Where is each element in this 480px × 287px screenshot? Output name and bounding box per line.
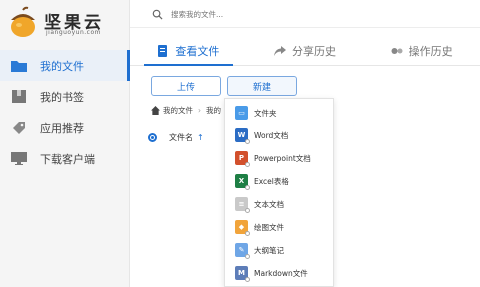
folder-icon: ▭ [235, 106, 248, 120]
sidebar: 坚果云 jianguoyun.com 我的文件 我的书签 应用推荐 下载客户端 [0, 0, 130, 287]
tab-label: 查看文件 [175, 44, 220, 58]
history-icon [391, 45, 403, 57]
tab-label: 分享历史 [292, 44, 336, 58]
home-icon [151, 106, 160, 115]
search-input[interactable] [171, 9, 341, 19]
share-icon [274, 45, 286, 57]
menu-item-label: 大纲笔记 [254, 245, 284, 255]
logo[interactable]: 坚果云 jianguoyun.com [6, 6, 126, 40]
tab-label: 操作历史 [408, 44, 453, 58]
breadcrumb-current[interactable]: 我的 [206, 105, 221, 116]
nut-logo-icon [11, 6, 35, 37]
select-all-radio[interactable] [148, 132, 157, 142]
menu-item-word[interactable]: W Word文档 [225, 124, 335, 146]
sort-arrow-icon[interactable]: ↑ [197, 133, 204, 142]
menu-item-folder[interactable]: ▭ 文件夹 [225, 102, 335, 124]
word-icon: W [235, 128, 250, 144]
menu-item-label: 绘图文件 [254, 222, 284, 232]
search-box[interactable] [152, 7, 352, 21]
menu-item-label: 文本文档 [254, 199, 284, 209]
sidebar-item-my-files[interactable]: 我的文件 [0, 50, 130, 81]
table-header: 文件名 ↑ [148, 130, 204, 144]
menu-item-powerpoint[interactable]: P Powerpoint文档 [225, 147, 335, 169]
bookmark-icon [10, 90, 28, 104]
file-icon [157, 44, 169, 57]
logo-subtitle: jianguoyun.com [46, 29, 101, 36]
outline-note-icon: ✎ [235, 243, 250, 259]
breadcrumb: 我的文件 › 我的 [151, 105, 221, 116]
menu-item-text[interactable]: ≡ 文本文档 [225, 193, 335, 215]
menu-item-markdown[interactable]: M Markdown文件 [225, 262, 335, 284]
sidebar-item-app-recommend[interactable]: 应用推荐 [0, 112, 130, 143]
breadcrumb-home[interactable]: 我的文件 [163, 105, 193, 116]
menu-item-label: Markdown文件 [254, 268, 308, 278]
breadcrumb-separator-icon: › [198, 106, 201, 115]
top-bar [130, 0, 480, 28]
powerpoint-icon: P [235, 151, 250, 167]
menu-item-outline[interactable]: ✎ 大纲笔记 [225, 239, 335, 261]
drawing-icon: ◆ [235, 220, 250, 236]
sidebar-item-label: 应用推荐 [40, 121, 84, 135]
upload-button[interactable]: 上传 [151, 76, 221, 96]
monitor-icon [10, 152, 28, 166]
menu-item-label: Powerpoint文档 [254, 153, 311, 163]
tab-view-files[interactable]: 查看文件 [130, 36, 247, 66]
new-menu-dropdown: ▭ 文件夹 W Word文档 P Powerpoint文档 X Excel表格 … [224, 98, 334, 287]
folder-icon [10, 59, 28, 73]
new-button[interactable]: 新建 [227, 76, 297, 96]
sidebar-nav: 我的文件 我的书签 应用推荐 下载客户端 [0, 50, 130, 174]
tab-bar: 查看文件 分享历史 操作历史 [130, 36, 480, 66]
search-icon [152, 9, 163, 20]
tab-share-history[interactable]: 分享历史 [247, 36, 364, 65]
excel-icon: X [235, 174, 250, 190]
name-column-header[interactable]: 文件名 [169, 132, 193, 143]
menu-item-label: Excel表格 [254, 176, 289, 186]
text-file-icon: ≡ [235, 197, 250, 213]
sidebar-item-label: 我的文件 [40, 59, 84, 73]
menu-item-label: 文件夹 [254, 108, 277, 118]
menu-item-drawing[interactable]: ◆ 绘图文件 [225, 216, 335, 238]
tag-icon [10, 121, 28, 135]
menu-item-label: Word文档 [254, 130, 289, 140]
sidebar-item-label: 我的书签 [40, 90, 84, 104]
menu-item-excel[interactable]: X Excel表格 [225, 170, 335, 192]
sidebar-item-label: 下载客户端 [40, 152, 95, 166]
tab-operation-history[interactable]: 操作历史 [363, 36, 480, 65]
sidebar-item-download-client[interactable]: 下载客户端 [0, 143, 130, 174]
sidebar-item-my-bookmarks[interactable]: 我的书签 [0, 81, 130, 112]
markdown-icon: M [235, 266, 250, 282]
